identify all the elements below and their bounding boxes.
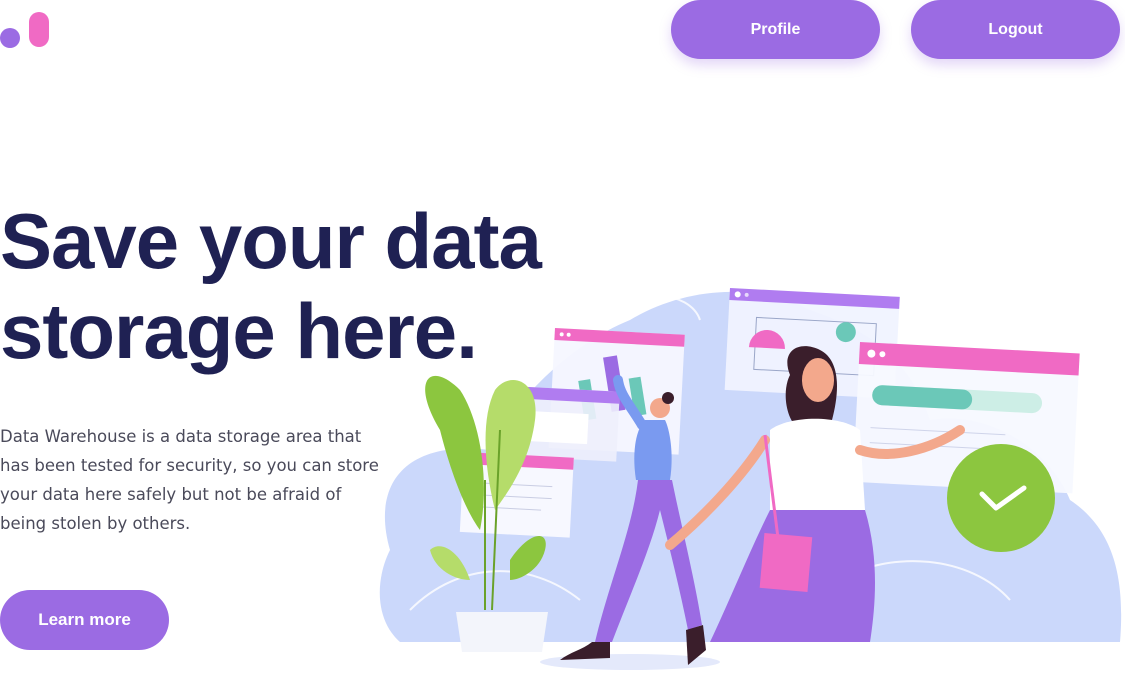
description-line-3: your data here safely but not be afraid …	[0, 485, 342, 504]
logo-bar	[29, 12, 49, 47]
hero-description: Data Warehouse is a data storage area th…	[0, 422, 380, 538]
learn-more-button[interactable]: Learn more	[0, 590, 169, 650]
logout-button[interactable]: Logout	[911, 0, 1120, 59]
logo-dot	[0, 28, 20, 48]
brand-logo[interactable]	[0, 12, 50, 48]
hero-title-line-1: Save your data	[0, 197, 542, 285]
description-line-1: Data Warehouse is a data storage area th…	[0, 427, 362, 446]
description-line-2: has been tested for security, so you can…	[0, 456, 379, 475]
profile-button[interactable]: Profile	[671, 0, 880, 59]
hero-illustration	[379, 288, 1122, 670]
description-line-4: being stolen by others.	[0, 514, 191, 533]
check-circle	[947, 444, 1055, 552]
